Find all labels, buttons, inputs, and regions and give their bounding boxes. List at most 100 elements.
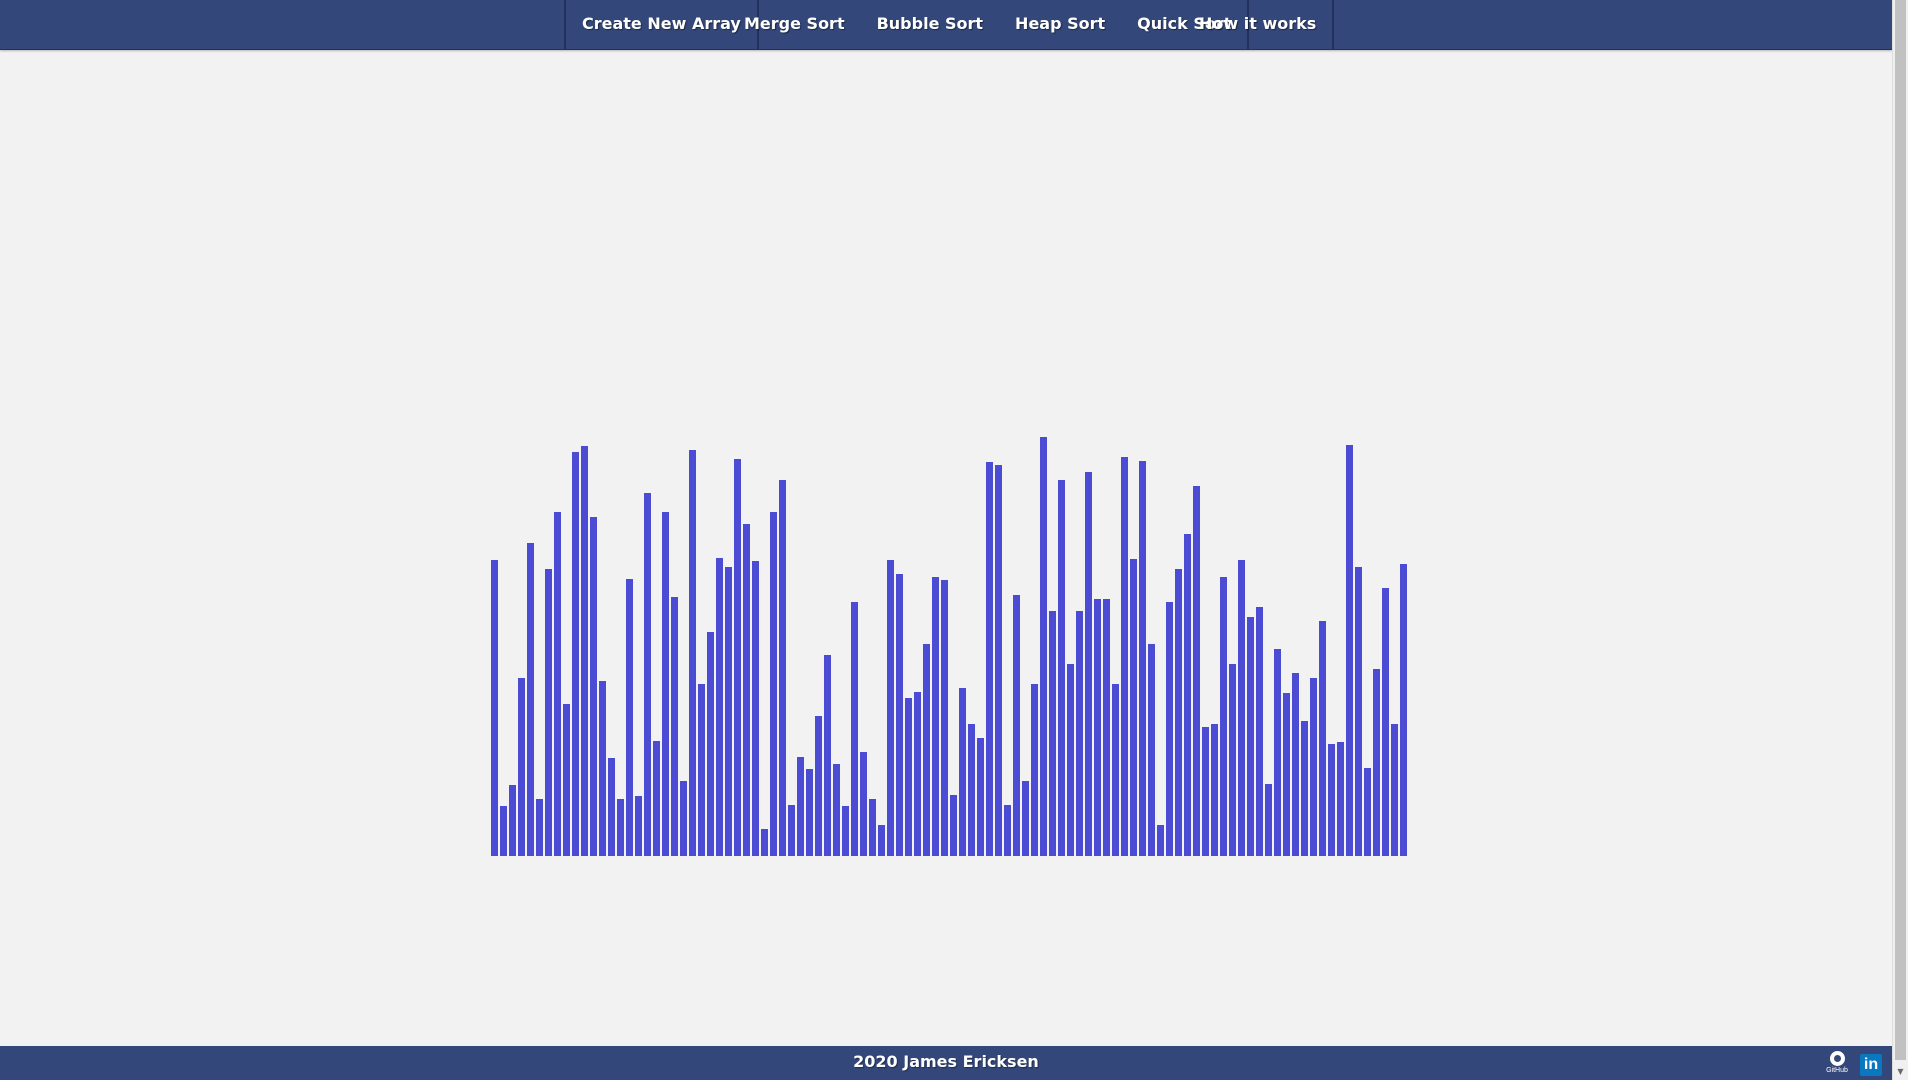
array-bar	[1130, 559, 1137, 856]
array-bar	[509, 785, 516, 856]
array-bar	[932, 577, 939, 856]
array-bar	[743, 524, 750, 856]
array-bar	[1337, 742, 1344, 856]
array-bar	[491, 560, 498, 856]
footer: 2020 James Ericksen GitHub in	[0, 1046, 1892, 1080]
array-bar	[1238, 560, 1245, 856]
array-bar	[923, 644, 930, 856]
array-bar	[1040, 437, 1047, 856]
array-bar	[590, 517, 597, 856]
array-bar	[734, 459, 741, 856]
array-bar	[671, 597, 678, 856]
array-bar	[1184, 534, 1191, 856]
array-bar	[815, 716, 822, 856]
array-bar	[878, 825, 885, 856]
array-bar	[1328, 744, 1335, 856]
array-bars	[491, 437, 1407, 856]
array-bar	[617, 799, 624, 856]
nav-group-sorts: Merge Sort Bubble Sort Heap Sort Quick S…	[728, 0, 1250, 49]
array-bar	[1004, 805, 1011, 856]
how-it-works-button[interactable]: How it works	[1183, 0, 1332, 49]
array-bar	[770, 512, 777, 856]
array-bar	[1355, 567, 1362, 856]
array-bar	[1202, 727, 1209, 856]
array-bar	[653, 741, 660, 856]
array-bar	[797, 757, 804, 856]
array-bar	[761, 829, 768, 856]
array-bar	[716, 558, 723, 856]
array-bar	[1247, 617, 1254, 856]
array-bar	[1121, 457, 1128, 856]
heap-sort-button[interactable]: Heap Sort	[999, 0, 1121, 49]
array-bar	[1391, 724, 1398, 856]
array-bar	[1175, 569, 1182, 856]
array-bar	[905, 698, 912, 856]
array-bar	[1220, 577, 1227, 856]
array-bar	[887, 560, 894, 856]
linkedin-icon[interactable]: in	[1860, 1054, 1882, 1076]
array-bar	[1301, 721, 1308, 856]
array-bar	[1013, 595, 1020, 856]
array-bar	[581, 446, 588, 856]
github-label: GitHub	[1826, 1067, 1848, 1074]
array-bar	[680, 781, 687, 856]
array-bar	[752, 561, 759, 856]
array-bar	[842, 806, 849, 856]
array-bar	[518, 678, 525, 856]
array-bar	[1067, 664, 1074, 856]
array-bar	[914, 692, 921, 856]
array-bar	[725, 567, 732, 856]
array-bar	[833, 764, 840, 856]
array-bar	[626, 579, 633, 856]
array-bar	[1148, 644, 1155, 856]
array-bar	[1400, 564, 1407, 856]
array-bar	[563, 704, 570, 856]
array-bar	[1103, 599, 1110, 856]
array-bar	[1166, 602, 1173, 856]
array-bar	[896, 574, 903, 856]
array-bar	[1310, 678, 1317, 856]
array-bar	[644, 493, 651, 856]
scroll-down-arrow-icon[interactable]: ▼	[1893, 1064, 1908, 1080]
array-bar	[662, 512, 669, 856]
github-icon	[1829, 1051, 1845, 1066]
array-bar	[500, 806, 507, 856]
array-bar	[554, 512, 561, 856]
array-bar	[1112, 684, 1119, 856]
array-bar	[608, 758, 615, 856]
array-bar	[572, 452, 579, 856]
array-bar	[536, 799, 543, 856]
array-bar	[1256, 607, 1263, 856]
array-bar	[1058, 480, 1065, 856]
array-bar	[1364, 768, 1371, 856]
array-bar	[707, 632, 714, 856]
top-navbar: Create New Array Merge Sort Bubble Sort …	[0, 0, 1892, 50]
array-bar	[545, 569, 552, 856]
array-bar	[599, 681, 606, 856]
array-bar	[1076, 611, 1083, 856]
array-bar	[806, 769, 813, 856]
array-bar	[860, 752, 867, 856]
array-bar	[1283, 693, 1290, 856]
array-bar	[1094, 599, 1101, 856]
nav-group-info: How it works	[1183, 0, 1335, 49]
array-bar	[788, 805, 795, 856]
array-bar	[869, 799, 876, 856]
merge-sort-button[interactable]: Merge Sort	[728, 0, 861, 49]
array-bar	[1373, 669, 1380, 856]
array-bar	[986, 462, 993, 856]
array-bar	[1274, 649, 1281, 856]
array-bar	[689, 450, 696, 856]
array-bar	[959, 688, 966, 856]
array-bar	[1382, 588, 1389, 856]
array-bar	[1022, 781, 1029, 856]
array-bar	[635, 796, 642, 856]
bubble-sort-button[interactable]: Bubble Sort	[861, 0, 999, 49]
array-bar	[1319, 621, 1326, 856]
vertical-scrollbar[interactable]: ▼	[1892, 0, 1908, 1080]
array-bar	[824, 655, 831, 856]
scrollbar-thumb[interactable]	[1895, 0, 1906, 1060]
github-link[interactable]: GitHub	[1820, 1049, 1854, 1077]
array-bar	[527, 543, 534, 856]
array-bar	[968, 724, 975, 856]
